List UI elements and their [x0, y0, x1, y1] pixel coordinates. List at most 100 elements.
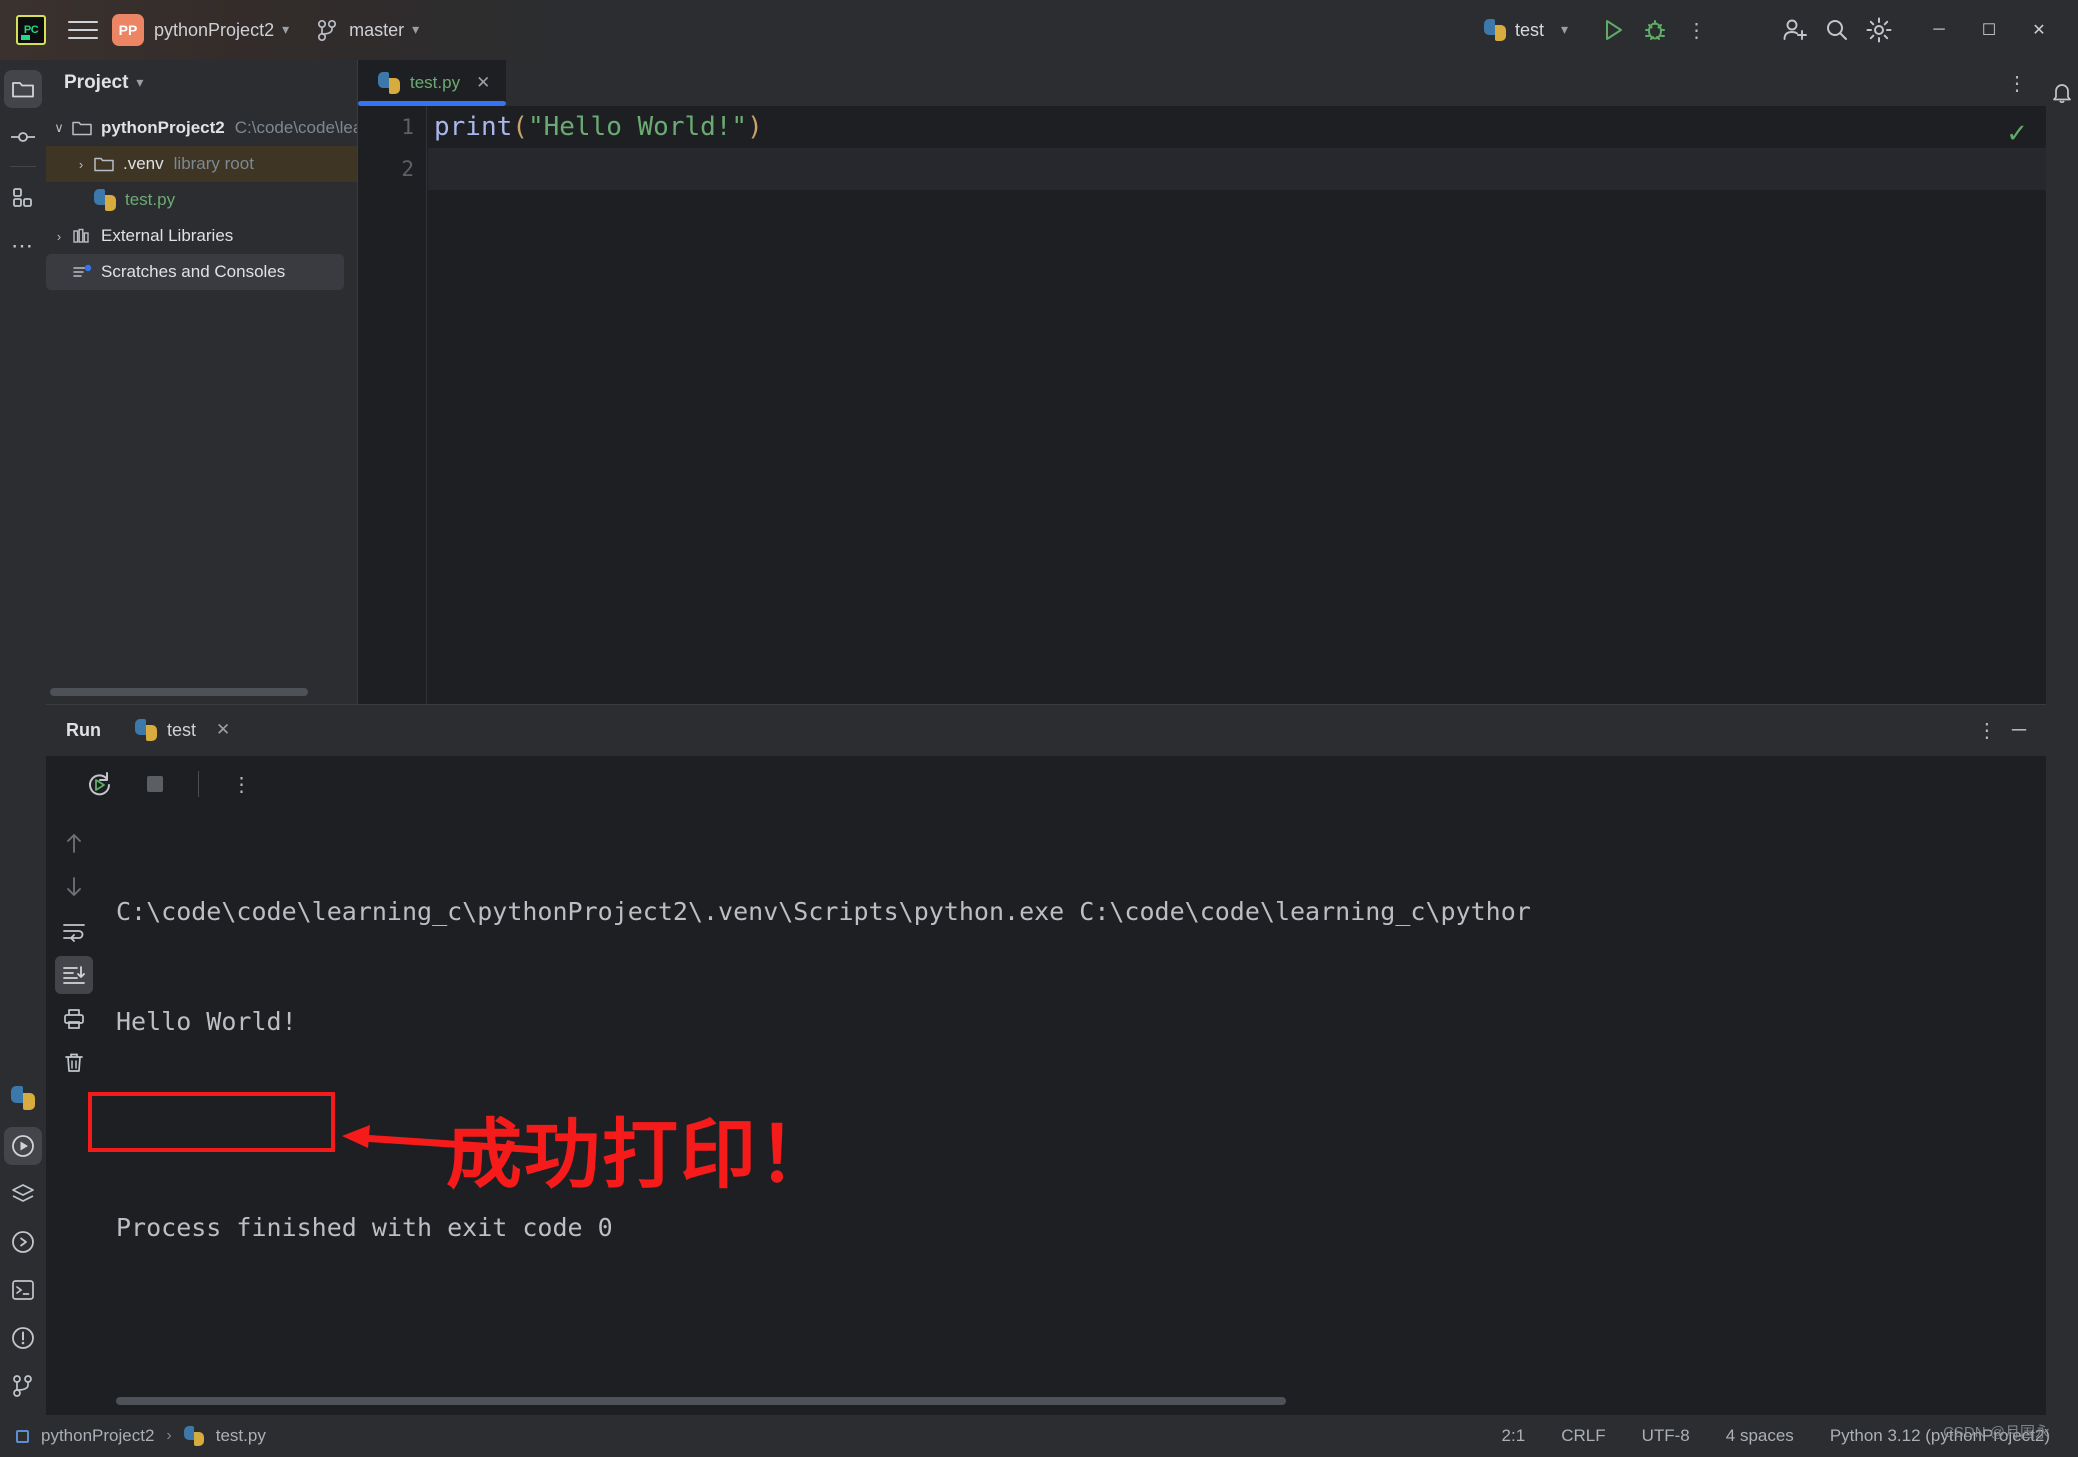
code-line-1[interactable]: print("Hello World!") — [428, 106, 2046, 148]
file-encoding[interactable]: UTF-8 — [1642, 1426, 1690, 1446]
chevron-down-icon[interactable]: ∨ — [46, 120, 72, 136]
close-icon[interactable]: ✕ — [476, 73, 490, 93]
tree-node-scratches[interactable]: Scratches and Consoles — [46, 254, 344, 290]
project-panel-header: Project ▾ — [46, 60, 358, 106]
debug-icon — [1642, 17, 1668, 43]
run-more-actions-button[interactable]: ⋮ — [225, 767, 259, 801]
tree-label: External Libraries — [101, 226, 233, 246]
code-editor[interactable]: 1 2 print("Hello World!") ✓ — [358, 106, 2046, 704]
chevron-right-icon[interactable]: › — [68, 157, 94, 172]
sidebar-item-python-packages[interactable] — [4, 1223, 42, 1261]
minimize-button[interactable]: ─ — [1914, 0, 1964, 60]
tree-label: test.py — [125, 190, 175, 210]
run-tool-window: Run test ✕ ⋮ ─ — [46, 704, 2046, 1417]
editor-area: test.py ✕ ⋮ 1 2 print("Hello World!") ✓ — [358, 60, 2046, 704]
maximize-button[interactable]: ☐ — [1964, 0, 2014, 60]
console-line-output: Hello World! — [116, 996, 2046, 1048]
add-user-button[interactable] — [1774, 9, 1816, 51]
run-panel-header-right: ⋮ ─ — [1977, 718, 2046, 743]
search-button[interactable] — [1816, 9, 1858, 51]
settings-button[interactable] — [1858, 9, 1900, 51]
run-icon — [1600, 17, 1626, 43]
sidebar-item-plugins[interactable] — [4, 179, 42, 217]
line-number-gutter: 1 2 — [358, 106, 426, 704]
python-file-icon — [378, 72, 400, 94]
tree-node-external-libraries[interactable]: › External Libraries — [46, 218, 358, 254]
console-output[interactable]: C:\code\code\learning_c\pythonProject2\.… — [102, 812, 2046, 1417]
tree-node-test-py[interactable]: test.py — [46, 182, 358, 218]
scroll-to-end-button[interactable] — [55, 956, 93, 994]
sidebar-item-services[interactable] — [4, 1175, 42, 1213]
indent-size[interactable]: 4 spaces — [1726, 1426, 1794, 1446]
code-line-2[interactable] — [428, 148, 2046, 190]
project-panel-hscrollbar[interactable] — [50, 688, 308, 696]
scroll-up-button[interactable] — [55, 824, 93, 862]
add-user-icon — [1781, 17, 1809, 43]
title-bar: PC PP pythonProject2 ▾ master ▾ test ▾ — [0, 0, 2078, 60]
run-tab-label: test — [167, 720, 196, 741]
code-lines: print("Hello World!") — [428, 106, 2046, 190]
window-controls: ─ ☐ ✕ — [1914, 0, 2064, 60]
line-separator[interactable]: CRLF — [1561, 1426, 1605, 1446]
scroll-to-end-icon — [61, 964, 87, 986]
debug-button[interactable] — [1634, 9, 1676, 51]
rerun-button[interactable] — [82, 767, 116, 801]
line-number: 1 — [358, 106, 426, 148]
down-arrow-icon — [63, 875, 85, 899]
python-console-icon — [11, 1086, 35, 1110]
chevron-right-icon[interactable]: › — [46, 229, 72, 244]
python-file-icon — [94, 189, 116, 211]
notifications-button[interactable] — [2046, 70, 2078, 114]
sidebar-item-python-console[interactable] — [4, 1079, 42, 1117]
problems-icon — [11, 1326, 35, 1350]
sidebar-item-run[interactable] — [4, 1127, 42, 1165]
run-configuration-selector[interactable]: test ▾ — [1484, 19, 1574, 41]
more-actions-icon[interactable]: ⋮ — [2007, 71, 2028, 96]
more-actions-icon[interactable]: ⋮ — [1977, 718, 1998, 743]
chevron-down-icon[interactable]: ▾ — [282, 21, 289, 38]
tree-label: .venv — [123, 154, 164, 174]
sidebar-item-terminal[interactable] — [4, 1271, 42, 1309]
sidebar-item-problems[interactable] — [4, 1319, 42, 1357]
folder-icon — [11, 79, 35, 99]
console-line-blank — [116, 1106, 2046, 1144]
run-button[interactable] — [1592, 9, 1634, 51]
console-container: C:\code\code\learning_c\pythonProject2\.… — [46, 812, 2046, 1417]
run-panel-title: Run — [66, 720, 101, 741]
tree-node-venv[interactable]: › .venv library root — [46, 146, 358, 182]
caret-position[interactable]: 2:1 — [1502, 1426, 1526, 1446]
branch-selector[interactable]: master ▾ — [317, 19, 425, 41]
module-icon — [16, 1430, 29, 1443]
sidebar-item-more[interactable]: ⋯ — [4, 227, 42, 265]
run-tab-test[interactable]: test ✕ — [135, 719, 230, 741]
sidebar-item-project[interactable] — [4, 70, 42, 108]
main-menu-icon[interactable] — [68, 18, 98, 42]
console-hscrollbar[interactable] — [116, 1397, 1286, 1405]
folder-icon — [94, 156, 114, 172]
python-file-icon — [1484, 19, 1506, 41]
close-icon[interactable]: ✕ — [216, 720, 230, 740]
more-actions-button[interactable]: ⋮ — [1676, 9, 1718, 51]
more-horizontal-icon: ⋯ — [11, 235, 35, 257]
print-button[interactable] — [55, 1000, 93, 1038]
sidebar-item-commit[interactable] — [4, 118, 42, 156]
breadcrumb-item-file[interactable]: test.py — [216, 1426, 266, 1446]
soft-wrap-button[interactable] — [55, 912, 93, 950]
close-button[interactable]: ✕ — [2014, 0, 2064, 60]
breadcrumb-item-project[interactable]: pythonProject2 — [41, 1426, 154, 1446]
gear-icon — [1866, 17, 1892, 43]
folder-icon — [72, 120, 92, 136]
project-name-label[interactable]: pythonProject2 — [154, 20, 274, 41]
minimize-icon[interactable]: ─ — [2012, 719, 2026, 742]
sidebar-item-version-control[interactable] — [4, 1367, 42, 1405]
tree-node-pythonProject2[interactable]: ∨ pythonProject2 C:\code\code\learn — [46, 110, 358, 146]
stop-button[interactable] — [138, 767, 172, 801]
chevron-down-icon[interactable]: ▾ — [136, 74, 143, 91]
scroll-down-button[interactable] — [55, 868, 93, 906]
run-panel-divider[interactable] — [46, 704, 2046, 705]
clear-all-button[interactable] — [55, 1044, 93, 1082]
rail-divider — [10, 166, 36, 167]
tab-test-py[interactable]: test.py ✕ — [358, 60, 506, 106]
inspection-ok-icon[interactable]: ✓ — [2006, 118, 2028, 149]
watermark: CSDN @月国永 — [1943, 1421, 2050, 1442]
